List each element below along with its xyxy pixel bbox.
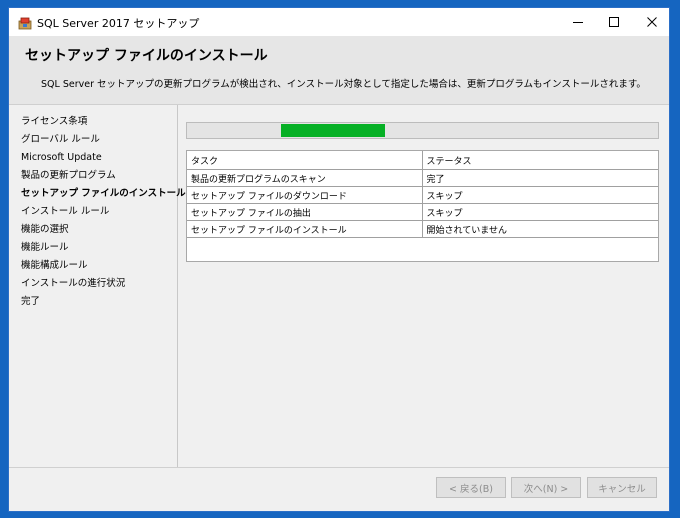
task-table: タスク ステータス 製品の更新プログラムのスキャン 完了 セットアップ ファイルのダ… [187, 151, 658, 238]
column-header-task[interactable]: タスク [187, 151, 423, 170]
title-bar[interactable]: SQL Server 2017 セットアップ [9, 8, 669, 36]
step-navigation: ライセンス条項グローバル ルール Microsoft Update 製品の更新プログ… [9, 105, 186, 467]
task-name-cell: セットアップ ファイルの抽出 [187, 203, 423, 221]
step-item: インストール ルール [21, 206, 110, 217]
task-name-cell: セットアップ ファイルのダウンロード [187, 186, 423, 204]
step-item: 機能構成ルール [21, 260, 88, 271]
minimize-icon [573, 22, 583, 23]
step-item: 機能の選択 [21, 224, 69, 235]
step-item: セットアップ ファイルのインストール [21, 188, 186, 199]
step-item: 完了 [21, 296, 41, 307]
maximize-icon [609, 17, 619, 27]
task-row[interactable]: セットアップ ファイルの抽出 スキップ [187, 203, 658, 221]
task-row[interactable]: セットアップ ファイルのダウンロード スキップ [187, 186, 658, 204]
page-description: SQL Server セットアップの更新プログラムが検出され、インストール対象と… [41, 79, 646, 90]
close-button[interactable] [635, 8, 669, 36]
task-status-cell: スキップ [421, 186, 658, 204]
task-table-header-row: タスク ステータス [187, 151, 658, 170]
task-row[interactable]: 製品の更新プログラムのスキャン 完了 [187, 169, 658, 187]
step-item: Microsoft Update [21, 152, 102, 163]
task-name-cell: セットアップ ファイルのインストール [187, 220, 423, 238]
close-icon [647, 17, 657, 27]
setup-window: SQL Server 2017 セットアップ セットアップ ファイルのインストー… [8, 7, 670, 512]
step-list: ライセンス条項グローバル ルール Microsoft Update 製品の更新プログ… [21, 113, 186, 311]
task-status-cell: 完了 [421, 169, 658, 187]
step-item: グローバル ルール [21, 134, 100, 145]
task-grid[interactable]: タスク ステータス 製品の更新プログラムのスキャン 完了 セットアップ ファイルのダ… [186, 150, 659, 262]
next-button[interactable]: 次へ(N) > [511, 477, 581, 498]
step-item: 製品の更新プログラム [21, 170, 116, 181]
progress-fill [281, 124, 385, 137]
sql-server-setup-icon [18, 15, 32, 30]
progress-bar [186, 122, 659, 139]
task-table-body: 製品の更新プログラムのスキャン 完了 セットアップ ファイルのダウンロード スキップセ… [187, 169, 658, 238]
maximize-button[interactable] [597, 8, 631, 36]
task-row[interactable]: セットアップ ファイルのインストール 開始されていません [187, 220, 658, 238]
step-item: インストールの進行状況 [21, 278, 126, 289]
task-status-cell: 開始されていません [421, 220, 658, 238]
cancel-button[interactable]: キャンセル [587, 477, 657, 498]
step-item: 機能ルール [21, 242, 69, 253]
task-status-cell: スキップ [421, 203, 658, 221]
minimize-button[interactable] [561, 8, 595, 36]
step-item: ライセンス条項 [21, 116, 88, 127]
page-header: セットアップ ファイルのインストール SQL Server セットアップの更新プ… [9, 36, 669, 105]
window-title: SQL Server 2017 セットアップ [37, 17, 200, 30]
back-button[interactable]: < 戻る(B) [436, 477, 506, 498]
main-content: タスク ステータス 製品の更新プログラムのスキャン 完了 セットアップ ファイルのダ… [178, 105, 669, 467]
column-header-status[interactable]: ステータス [421, 151, 658, 170]
button-bar: < 戻る(B) 次へ(N) > キャンセル [9, 467, 669, 511]
page-title: セットアップ ファイルのインストール [25, 48, 268, 64]
task-name-cell: 製品の更新プログラムのスキャン [187, 169, 423, 187]
